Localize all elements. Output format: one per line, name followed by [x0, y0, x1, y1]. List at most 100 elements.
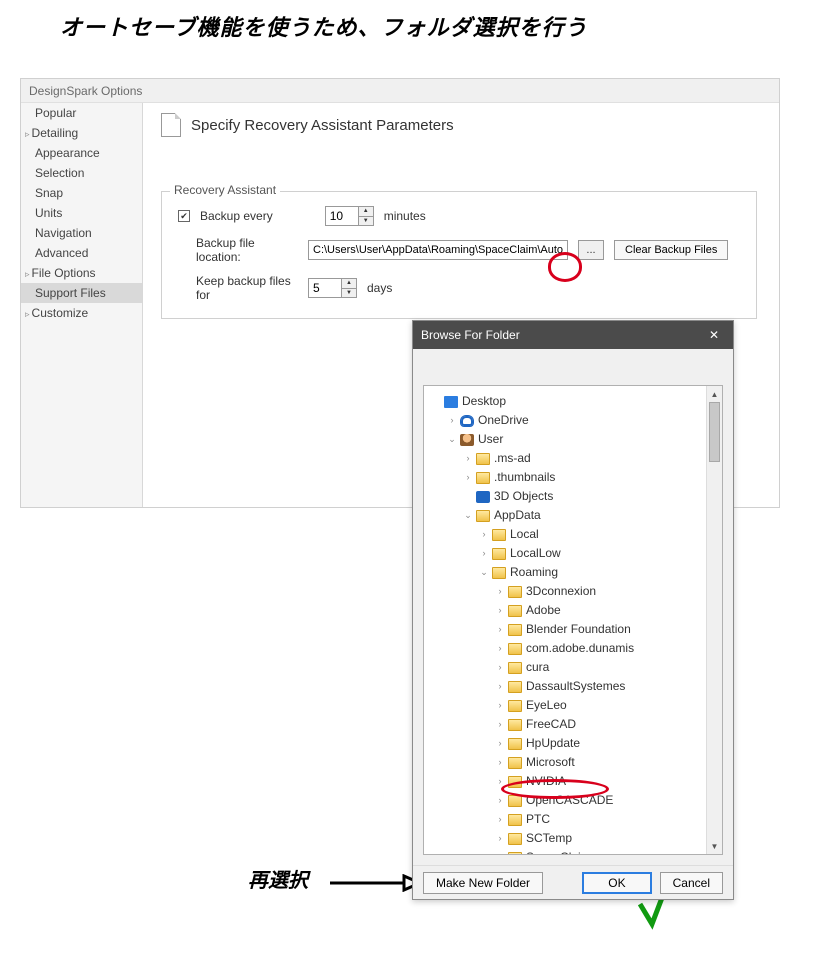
sidebar-item-support-files[interactable]: Support Files: [21, 283, 142, 303]
folder-icon: [508, 681, 522, 693]
sidebar-item-snap[interactable]: Snap: [21, 183, 142, 203]
sidebar-item-advanced[interactable]: Advanced: [21, 243, 142, 263]
vertical-scrollbar[interactable]: ▲ ▼: [706, 386, 722, 854]
chevron-right-icon[interactable]: ›: [478, 544, 490, 563]
sidebar-item-units[interactable]: Units: [21, 203, 142, 223]
tree-node-roaming[interactable]: ⌄Roaming: [426, 563, 704, 582]
folder-tree-wrap: ·Desktop›OneDrive⌄User›.ms-ad›.thumbnail…: [423, 385, 723, 855]
tree-node-adobe[interactable]: ›Adobe: [426, 601, 704, 620]
folder-icon: [508, 757, 522, 769]
expander-blank: ·: [430, 392, 442, 411]
tree-label: NVIDIA: [526, 772, 566, 791]
tree-node-sctemp[interactable]: ›SCTemp: [426, 829, 704, 848]
folder-tree[interactable]: ·Desktop›OneDrive⌄User›.ms-ad›.thumbnail…: [426, 392, 704, 854]
backup-every-checkbox[interactable]: [178, 210, 190, 222]
make-new-folder-button[interactable]: Make New Folder: [423, 872, 543, 894]
tree-node-hpupdate[interactable]: ›HpUpdate: [426, 734, 704, 753]
tree-node-blender-foundation[interactable]: ›Blender Foundation: [426, 620, 704, 639]
keep-backup-spinner[interactable]: ▲▼: [308, 278, 357, 298]
backup-every-spinner[interactable]: ▲▼: [325, 206, 374, 226]
chevron-down-icon[interactable]: ⌄: [494, 848, 506, 854]
chevron-right-icon[interactable]: ›: [494, 582, 506, 601]
close-icon[interactable]: ✕: [703, 326, 725, 344]
backup-every-input[interactable]: [326, 207, 358, 225]
chevron-right-icon[interactable]: ›: [494, 658, 506, 677]
tree-node-user[interactable]: ⌄ User: [426, 430, 704, 449]
tree-node-appdata[interactable]: ⌄AppData: [426, 506, 704, 525]
tree-node-com-adobe-dunamis[interactable]: ›com.adobe.dunamis: [426, 639, 704, 658]
tree-node-eyeleo[interactable]: ›EyeLeo: [426, 696, 704, 715]
folder-icon: [476, 510, 490, 522]
tree-node-3d-objects[interactable]: ·3D Objects: [426, 487, 704, 506]
tree-node-spaceclaim[interactable]: ⌄ SpaceClaim: [426, 848, 704, 854]
chevron-right-icon[interactable]: ›: [494, 791, 506, 810]
chevron-right-icon[interactable]: ›: [494, 696, 506, 715]
chevron-right-icon[interactable]: ›: [494, 772, 506, 791]
tree-node-ptc[interactable]: ›PTC: [426, 810, 704, 829]
chevron-down-icon[interactable]: ⌄: [462, 506, 474, 525]
tree-node-microsoft[interactable]: ›Microsoft: [426, 753, 704, 772]
spin-up-icon[interactable]: ▲: [342, 279, 356, 289]
tree-node--ms-ad[interactable]: ›.ms-ad: [426, 449, 704, 468]
tree-node--thumbnails[interactable]: ›.thumbnails: [426, 468, 704, 487]
spin-down-icon[interactable]: ▼: [342, 289, 356, 298]
tree-label: OpenCASCADE: [526, 791, 613, 810]
tree-node-cura[interactable]: ›cura: [426, 658, 704, 677]
backup-location-input[interactable]: [308, 240, 568, 260]
folder-icon: [508, 776, 522, 788]
scroll-thumb[interactable]: [709, 402, 720, 462]
chevron-right-icon[interactable]: ›: [494, 734, 506, 753]
sidebar-item-navigation[interactable]: Navigation: [21, 223, 142, 243]
scroll-down-icon[interactable]: ▼: [707, 838, 722, 854]
sidebar-item-customize[interactable]: Customize: [21, 303, 142, 323]
sidebar-item-detailing[interactable]: Detailing: [21, 123, 142, 143]
keep-backup-input[interactable]: [309, 279, 341, 297]
tree-node-onedrive[interactable]: › OneDrive: [426, 411, 704, 430]
sidebar-item-selection[interactable]: Selection: [21, 163, 142, 183]
folder-icon: [492, 567, 506, 579]
folder-icon: [476, 472, 490, 484]
chevron-right-icon[interactable]: ›: [494, 639, 506, 658]
tree-node-nvidia[interactable]: › NVIDIA: [426, 772, 704, 791]
chevron-down-icon[interactable]: ⌄: [446, 430, 458, 449]
cancel-button[interactable]: Cancel: [660, 872, 723, 894]
folder-icon: [508, 738, 522, 750]
tree-label: DassaultSystemes: [526, 677, 625, 696]
folder-icon: [508, 700, 522, 712]
chevron-right-icon[interactable]: ›: [494, 715, 506, 734]
chevron-right-icon[interactable]: ›: [478, 525, 490, 544]
chevron-right-icon[interactable]: ›: [462, 468, 474, 487]
chevron-right-icon[interactable]: ›: [462, 449, 474, 468]
options-titlebar: DesignSpark Options: [21, 79, 779, 103]
chevron-right-icon[interactable]: ›: [494, 601, 506, 620]
tree-node-opencascade[interactable]: › OpenCASCADE: [426, 791, 704, 810]
tree-node-desktop[interactable]: ·Desktop: [426, 392, 704, 411]
tree-label: OneDrive: [478, 411, 529, 430]
spin-up-icon[interactable]: ▲: [359, 207, 373, 217]
tree-node-freecad[interactable]: ›FreeCAD: [426, 715, 704, 734]
sidebar-item-popular[interactable]: Popular: [21, 103, 142, 123]
tree-node-3dconnexion[interactable]: ›3Dconnexion: [426, 582, 704, 601]
sidebar-item-appearance[interactable]: Appearance: [21, 143, 142, 163]
ok-button[interactable]: OK: [582, 872, 651, 894]
keep-backup-label: Keep backup files for: [178, 274, 298, 302]
clear-backup-button[interactable]: Clear Backup Files: [614, 240, 728, 260]
tree-node-locallow[interactable]: ›LocalLow: [426, 544, 704, 563]
sidebar-item-file-options[interactable]: File Options: [21, 263, 142, 283]
tree-node-local[interactable]: ›Local: [426, 525, 704, 544]
chevron-right-icon[interactable]: ›: [446, 411, 458, 430]
tree-label: SpaceClaim: [526, 848, 591, 854]
chevron-right-icon[interactable]: ›: [494, 620, 506, 639]
scroll-up-icon[interactable]: ▲: [707, 386, 722, 402]
chevron-right-icon[interactable]: ›: [494, 677, 506, 696]
chevron-right-icon[interactable]: ›: [494, 810, 506, 829]
chevron-down-icon[interactable]: ⌄: [478, 563, 490, 582]
tree-label: User: [478, 430, 503, 449]
chevron-right-icon[interactable]: ›: [494, 829, 506, 848]
3d-objects-icon: [476, 491, 490, 503]
chevron-right-icon[interactable]: ›: [494, 753, 506, 772]
folder-icon: [492, 548, 506, 560]
browse-button[interactable]: ...: [578, 240, 604, 260]
tree-node-dassaultsystemes[interactable]: › DassaultSystemes: [426, 677, 704, 696]
spin-down-icon[interactable]: ▼: [359, 217, 373, 226]
